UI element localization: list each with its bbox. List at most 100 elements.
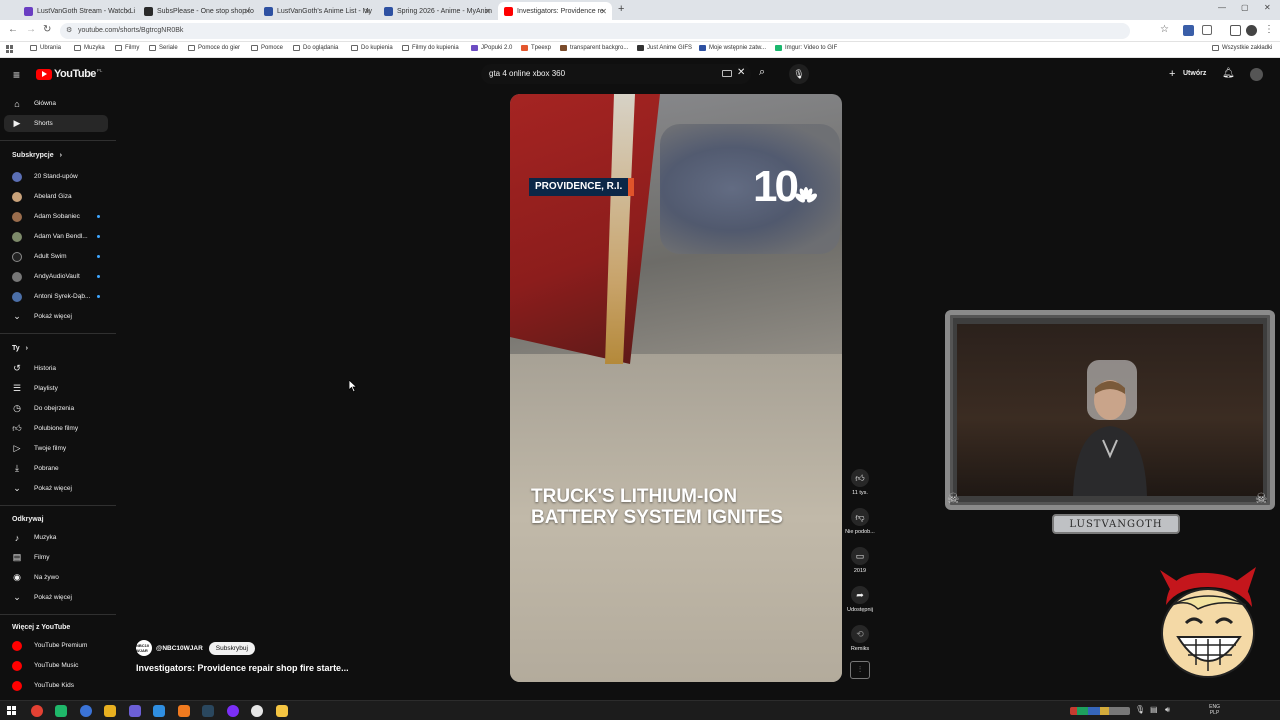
sidebar-item-history[interactable]: ↺ Historia (4, 360, 108, 377)
system-tray-icons[interactable] (1070, 707, 1130, 715)
windows-start-icon[interactable] (7, 706, 16, 715)
short-title[interactable]: Investigators: Providence repair shop fi… (136, 663, 349, 673)
search-input[interactable]: gta 4 online xbox 360 (481, 64, 751, 84)
tab-close-icon[interactable]: ✕ (364, 7, 371, 16)
browser-tab[interactable]: SubsPlease - One stop shop fo ✕ (138, 2, 256, 20)
browser-tab[interactable]: LustVanGoth Stream - Watch Li ✕ (18, 2, 136, 20)
bookmark-folder[interactable]: Pomoce (251, 45, 283, 51)
browser-tab-active[interactable]: Investigators: Providence re ✕ (498, 2, 612, 20)
like-button[interactable]: 👍︎ 11 tys. (845, 469, 875, 496)
clear-search-icon[interactable]: ✕ (737, 67, 745, 78)
sidebar-subscription[interactable]: Abelard Giza (4, 188, 108, 205)
bookmark-folder[interactable]: Ubrania (30, 45, 61, 51)
bookmark-folder[interactable]: Do kupienia (351, 45, 393, 51)
bookmark-folder[interactable]: Seriale (149, 45, 178, 51)
sidebar-item-playlists[interactable]: ☰ Playlisty (4, 380, 108, 397)
sidebar-item-youtube-kids[interactable]: YouTube Kids (4, 677, 108, 694)
bookmark-link[interactable]: Just Anime GIFS (637, 45, 692, 51)
extensions-icon[interactable] (1202, 25, 1212, 35)
channel-handle[interactable]: @NBC10WJAR (156, 645, 203, 652)
browser-tab[interactable]: Spring 2026 - Anime - MyAnim ✕ (378, 2, 496, 20)
sidebar-item-watch-later[interactable]: ◷ Do obejrzenia (4, 400, 108, 417)
sidebar-item-home[interactable]: ⌂ Główna (4, 95, 108, 112)
app-taskbar-icon[interactable] (80, 705, 92, 717)
account-avatar[interactable] (1250, 68, 1263, 81)
sidebar-item-music[interactable]: ♪ Muzyka (4, 529, 108, 546)
bookmark-link[interactable]: Imgur: Video to GIF (775, 45, 837, 51)
sidebar-subscription[interactable]: AndyAudioVault (4, 268, 108, 285)
sidebar-subs-show-more[interactable]: ⌄ Pokaż więcej (4, 308, 108, 325)
url-field[interactable]: ⚙ youtube.com/shorts/BgtrcgNR0Bk (60, 23, 1130, 39)
subscriptions-header[interactable]: Subskrypcje › (12, 152, 62, 159)
menu-hamburger-icon[interactable]: ≡ (13, 68, 20, 82)
app-taskbar-icon[interactable] (227, 705, 239, 717)
bookmark-star-icon[interactable]: ☆ (1160, 24, 1169, 35)
language-indicator[interactable]: ENG PLP (1209, 704, 1220, 716)
bookmark-folder[interactable]: Filmy do kupienia (402, 45, 459, 51)
app-taskbar-icon[interactable] (104, 705, 116, 717)
app-taskbar-icon[interactable] (153, 705, 165, 717)
browser-tab[interactable]: LustVanGoth's Anime List - My ✕ (258, 2, 376, 20)
discord-taskbar-icon[interactable] (129, 705, 141, 717)
share-button[interactable]: ➦ Udostępnij (845, 586, 875, 613)
sidebar-item-downloads[interactable]: ⤓ Pobrane (4, 460, 108, 477)
search-icon[interactable]: ⌕ (759, 66, 765, 79)
sidebar-item-youtube-premium[interactable]: YouTube Premium (4, 637, 108, 654)
network-tray-icon[interactable]: ▤ (1150, 705, 1158, 714)
short-video-player[interactable]: PROVIDENCE, R.I. 10 TRUCK'S LITHIUM-ION … (510, 94, 842, 682)
remix-button[interactable]: ⟲ Remiks (845, 625, 875, 652)
forward-icon[interactable]: → (26, 24, 36, 35)
close-window-icon[interactable]: ✕ (1264, 3, 1271, 12)
chrome-taskbar-icon[interactable] (31, 705, 43, 717)
sidebar-subscription[interactable]: Antoni Syrek-Dąb... (4, 288, 108, 305)
extension-icon[interactable] (1183, 25, 1194, 36)
bookmark-folder[interactable]: Muzyka (74, 45, 105, 51)
create-plus-icon[interactable]: + (1169, 68, 1175, 80)
browser-menu-icon[interactable]: ⋮ (1264, 24, 1274, 35)
voice-search-mic-icon[interactable]: 🎙︎ (789, 64, 809, 84)
sidebar-subscription[interactable]: Adam Van Bendl... (4, 228, 108, 245)
comments-button[interactable]: ▭ 2019 (845, 547, 875, 574)
reload-icon[interactable]: ↻ (43, 24, 51, 35)
minimize-icon[interactable]: — (1218, 3, 1226, 12)
all-bookmarks[interactable]: Wszystkie zakładki (1212, 45, 1272, 51)
youtube-logo[interactable]: YouTube PL (36, 68, 102, 80)
bookmark-link[interactable]: Tpeexp (521, 45, 551, 51)
tab-close-icon[interactable]: ✕ (484, 7, 491, 16)
tab-close-icon[interactable]: ✕ (600, 7, 607, 16)
bookmark-folder[interactable]: Pomoce do gier (188, 45, 240, 51)
steam-taskbar-icon[interactable] (202, 705, 214, 717)
tab-close-icon[interactable]: ✕ (124, 7, 131, 16)
sidebar-explore-show-more[interactable]: ⌄ Pokaż więcej (4, 589, 108, 606)
bookmark-link[interactable]: JPopuki 2.0 (471, 45, 512, 51)
bookmark-folder[interactable]: Filmy (115, 45, 139, 51)
sidebar-subscription[interactable]: Adult Swim (4, 248, 108, 265)
bookmark-link[interactable]: Moje wstępnie zatw... (699, 45, 766, 51)
sidebar-subscription[interactable]: 20 Stand-upów (4, 168, 108, 185)
site-info-icon[interactable]: ⚙ (66, 23, 72, 39)
notifications-bell-icon[interactable]: 🔔︎ (1222, 68, 1235, 79)
speaker-tray-icon[interactable]: 🔊︎ (1165, 705, 1170, 715)
profile-icon[interactable] (1246, 25, 1257, 36)
bookmark-folder[interactable]: Do oglądania (293, 45, 338, 51)
sidebar-item-youtube-music[interactable]: YouTube Music (4, 657, 108, 674)
back-icon[interactable]: ← (8, 24, 18, 35)
sidebar-item-live[interactable]: ◉ Na żywo (4, 569, 108, 586)
bookmark-link[interactable]: transparent backgro... (560, 45, 628, 51)
obs-taskbar-icon[interactable] (251, 705, 263, 717)
keyboard-icon[interactable] (722, 70, 732, 77)
subscribe-button[interactable]: Subskrybuj (208, 641, 255, 655)
you-header[interactable]: Ty › (12, 345, 28, 352)
sidebar-you-show-more[interactable]: ⌄ Pokaż więcej (4, 480, 108, 497)
split-view-icon[interactable] (1230, 25, 1241, 36)
microphone-tray-icon[interactable]: 🎙︎ (1135, 705, 1145, 714)
tab-close-icon[interactable]: ✕ (244, 7, 251, 16)
sidebar-item-your-videos[interactable]: ▷ Twoje filmy (4, 440, 108, 457)
maximize-icon[interactable]: ▢ (1241, 3, 1249, 12)
apps-grid-icon[interactable] (6, 45, 14, 53)
app-taskbar-icon[interactable] (55, 705, 67, 717)
sidebar-item-shorts[interactable]: ▶ Shorts (4, 115, 108, 132)
dislike-button[interactable]: 👎︎ Nie podob... (845, 508, 875, 535)
sidebar-item-films[interactable]: ▤ Filmy (4, 549, 108, 566)
new-tab-icon[interactable]: + (618, 3, 624, 15)
